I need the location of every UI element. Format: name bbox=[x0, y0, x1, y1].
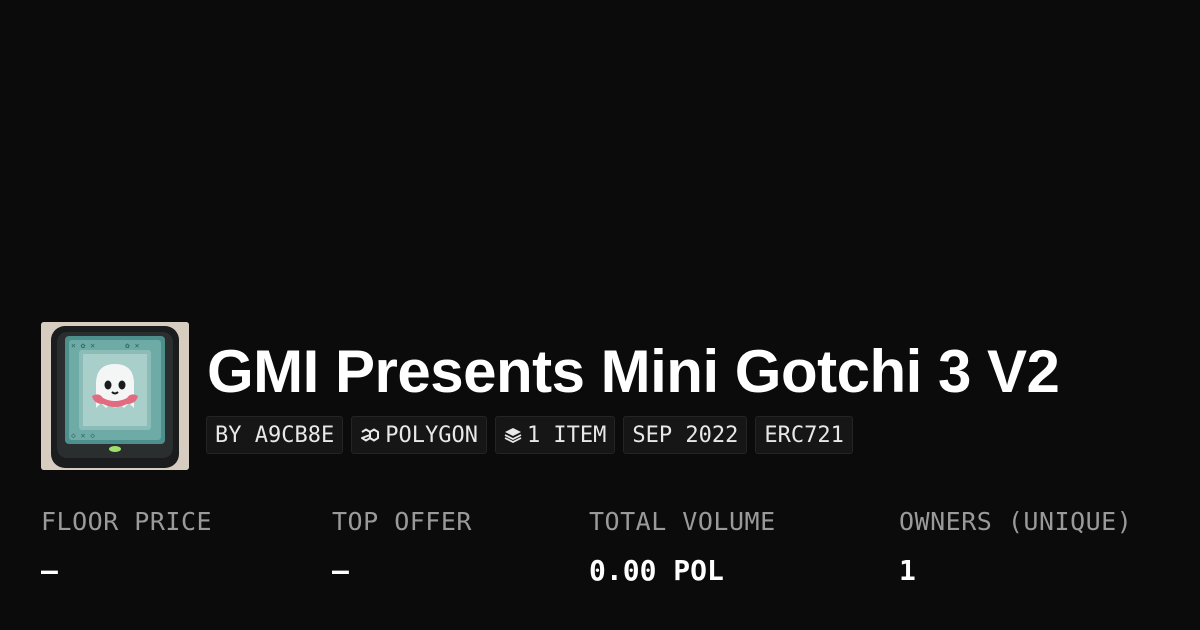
collection-title: GMI Presents Mini Gotchi 3 V2 bbox=[207, 338, 1060, 405]
floor-price-value: – bbox=[41, 554, 58, 587]
top-offer-value: – bbox=[332, 554, 349, 587]
date-label: SEP 2022 bbox=[632, 422, 739, 448]
svg-text:◇ ✕ ◇: ◇ ✕ ◇ bbox=[71, 431, 95, 440]
chain-chip[interactable]: POLYGON bbox=[351, 416, 487, 454]
standard-chip: ERC721 bbox=[755, 416, 853, 454]
total-volume-value: 0.00 POL bbox=[589, 554, 724, 587]
polygon-icon bbox=[360, 426, 380, 444]
layers-icon bbox=[504, 426, 522, 444]
creator-label: BY A9CB8E bbox=[215, 422, 335, 448]
items-chip[interactable]: 1 ITEM bbox=[494, 416, 616, 454]
svg-text:✕ ✿ ✕: ✕ ✿ ✕ bbox=[71, 341, 95, 350]
floor-price-stat: FLOOR PRICE – bbox=[41, 504, 212, 589]
owners-value: 1 bbox=[899, 554, 916, 587]
collection-meta-chips: BY A9CB8E POLYGON 1 ITEM SEP 2022 ERC721 bbox=[206, 416, 853, 454]
top-offer-stat: TOP OFFER – bbox=[332, 504, 472, 589]
date-chip: SEP 2022 bbox=[623, 416, 748, 454]
owners-stat: OWNERS (UNIQUE) 1 bbox=[899, 504, 1132, 589]
items-label: 1 ITEM bbox=[526, 422, 607, 448]
total-volume-stat: TOTAL VOLUME 0.00 POL bbox=[589, 504, 776, 589]
owners-label: OWNERS (UNIQUE) bbox=[899, 507, 1133, 536]
svg-text:✿ ✕: ✿ ✕ bbox=[125, 341, 140, 350]
floor-price-label: FLOOR PRICE bbox=[41, 507, 213, 536]
standard-label: ERC721 bbox=[764, 422, 844, 448]
total-volume-label: TOTAL VOLUME bbox=[589, 507, 776, 536]
chain-label: POLYGON bbox=[385, 422, 478, 448]
creator-chip[interactable]: BY A9CB8E bbox=[206, 416, 344, 454]
top-offer-label: TOP OFFER bbox=[332, 507, 472, 536]
collection-thumbnail: ✕ ✿ ✕ ✿ ✕ ◇ ✕ ◇ bbox=[41, 322, 189, 470]
